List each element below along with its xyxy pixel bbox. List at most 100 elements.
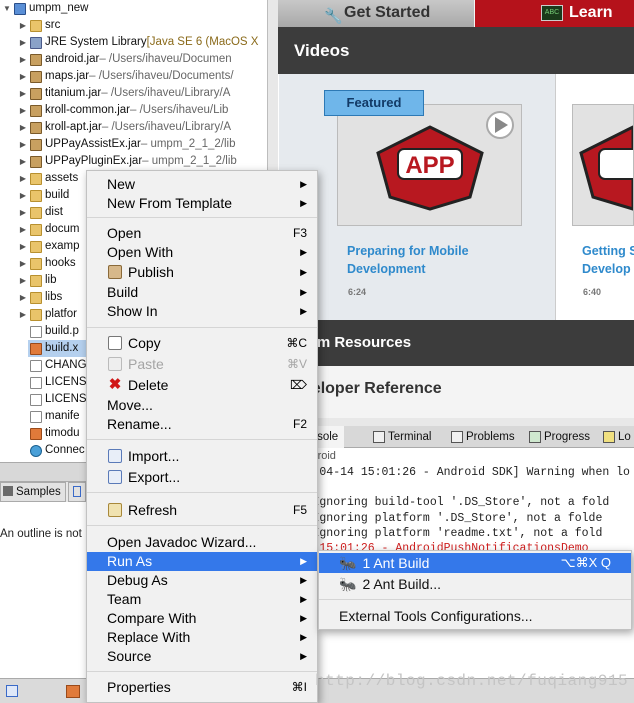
tree-item[interactable]: ▶ hooks [18, 255, 76, 272]
tree-item[interactable]: ▶ examp [18, 238, 80, 255]
tree-item[interactable]: build.p [28, 323, 79, 340]
video-title-link[interactable]: Preparing for Mobile Development [347, 242, 469, 278]
menu-item-copy[interactable]: Copy ⌘C [87, 334, 317, 353]
jar-icon [30, 87, 42, 100]
chevron-right-icon[interactable]: ▶ [18, 238, 28, 255]
tree-item[interactable]: ▶ docum [18, 221, 80, 238]
menu-item-publish[interactable]: Publish ▶ [87, 263, 317, 282]
chevron-right-icon[interactable]: ▶ [18, 255, 28, 272]
tab-progress[interactable]: Progress [526, 426, 590, 448]
jar-icon [30, 104, 42, 117]
tree-item[interactable]: ▶ src [18, 17, 60, 34]
menu-item-new[interactable]: New ▶ [87, 175, 317, 194]
chevron-right-icon[interactable]: ▶ [18, 17, 28, 34]
chevron-right-icon[interactable]: ▶ [18, 85, 28, 102]
tree-item[interactable]: timodu [28, 425, 80, 442]
menu-item-move[interactable]: Move... [87, 396, 317, 415]
menu-item-open-javadoc-wizard[interactable]: Open Javadoc Wizard... [87, 533, 317, 552]
tree-item[interactable]: LICENS [28, 391, 87, 408]
tree-item[interactable]: ▶ build [18, 187, 69, 204]
tree-item[interactable]: ▶ assets [18, 170, 78, 187]
menu-item-build[interactable]: Build ▶ [87, 283, 317, 302]
video-title-link[interactable]: Getting S Develop [582, 242, 634, 278]
tree-item[interactable]: LICENS [28, 374, 87, 391]
chevron-right-icon[interactable]: ▶ [18, 204, 28, 221]
menu-item-run-as[interactable]: Run As ▶ [87, 552, 317, 571]
copy-icon [108, 336, 122, 350]
chevron-right-icon[interactable]: ▶ [18, 153, 28, 170]
tree-item[interactable]: manife [28, 408, 80, 425]
menu-item-open-with[interactable]: Open With ▶ [87, 243, 317, 262]
tree-item[interactable]: ▶ maps.jar – /Users/ihaveu/Documents/ [18, 68, 234, 85]
tab-problems[interactable]: Problems [448, 426, 515, 448]
app-logo-icon [579, 124, 634, 211]
menu-item-properties[interactable]: Properties ⌘I [87, 678, 317, 697]
chevron-right-icon[interactable]: ▶ [18, 187, 28, 204]
tree-item[interactable]: ▶ kroll-apt.jar – /Users/ihaveu/Library/A [18, 119, 231, 136]
chevron-right-icon[interactable]: ▶ [18, 34, 28, 51]
menu-item-show-in[interactable]: Show In ▶ [87, 302, 317, 321]
menu-item-source[interactable]: Source ▶ [87, 647, 317, 666]
menu-item-replace-with[interactable]: Replace With ▶ [87, 628, 317, 647]
submenu-item-external-tools[interactable]: External Tools Configurations... [319, 606, 631, 626]
app-logo-icon: APP [376, 111, 514, 211]
submenu-item-ant-build[interactable]: 🐜 1 Ant Build ⌥⌘X Q [319, 553, 631, 573]
tree-item[interactable]: ▶ titanium.jar – /Users/ihaveu/Library/A [18, 85, 230, 102]
tree-item[interactable]: ▶ platfor [18, 306, 77, 323]
jar-icon [30, 155, 42, 168]
submenu-arrow-icon: ▶ [300, 651, 307, 661]
tree-item[interactable]: ▶ lib [18, 272, 57, 289]
chevron-right-icon[interactable]: ▶ [18, 51, 28, 68]
tree-item[interactable]: Connec [28, 442, 85, 459]
tree-item[interactable]: ▶ android.jar – /Users/ihaveu/Documen [18, 51, 232, 68]
menu-item-compare-with[interactable]: Compare With ▶ [87, 609, 317, 628]
folder-icon [30, 308, 42, 321]
menu-divider [87, 671, 317, 672]
tab-terminal[interactable]: Terminal [370, 426, 431, 448]
chevron-right-icon[interactable]: ▶ [18, 272, 28, 289]
refresh-icon [108, 503, 122, 517]
bookmark-icon [73, 486, 81, 497]
menu-item-export[interactable]: Export... [87, 468, 317, 487]
menu-item-rename[interactable]: Rename... F2 [87, 415, 317, 434]
file-icon [30, 376, 42, 389]
expand-arrow-icon[interactable]: ▼ [2, 0, 12, 17]
tab-get-started[interactable]: 🔧 Get Started [278, 0, 474, 27]
menu-item-team[interactable]: Team ▶ [87, 590, 317, 609]
chevron-right-icon[interactable]: ▶ [18, 221, 28, 238]
tree-item[interactable]: ▶ dist [18, 204, 63, 221]
tree-item[interactable]: ▶ libs [18, 289, 62, 306]
tree-item[interactable]: ▶ kroll-common.jar – /Users/ihaveu/Lib [18, 102, 228, 119]
menu-item-delete[interactable]: ✖ Delete ⌦ [87, 376, 317, 395]
video-thumbnail[interactable] [572, 104, 634, 226]
menu-item-import[interactable]: Import... [87, 447, 317, 466]
tab-bookmark[interactable] [68, 482, 86, 502]
chevron-right-icon[interactable]: ▶ [18, 68, 28, 85]
tab-log[interactable]: Lo [600, 426, 631, 448]
chevron-right-icon[interactable]: ▶ [18, 289, 28, 306]
chevron-right-icon[interactable]: ▶ [18, 102, 28, 119]
chevron-right-icon[interactable]: ▶ [18, 136, 28, 153]
featured-badge: Featured [324, 90, 424, 116]
tree-item-project[interactable]: ▼ umpm_new [2, 0, 88, 17]
video-thumbnail[interactable]: APP [337, 104, 522, 226]
tree-item-selected[interactable]: build.x [28, 340, 88, 357]
project-icon [14, 2, 26, 15]
tree-item[interactable]: ▶ JRE System Library [Java SE 6 (MacOS X [18, 34, 258, 51]
chevron-right-icon[interactable]: ▶ [18, 119, 28, 136]
menu-item-open[interactable]: Open F3 [87, 224, 317, 243]
menu-divider [87, 217, 317, 218]
menu-item-new-from-template[interactable]: New From Template ▶ [87, 194, 317, 213]
submenu-item-ant-build-dialog[interactable]: 🐜 2 Ant Build... [319, 574, 631, 594]
tree-item[interactable]: CHANG [28, 357, 87, 374]
tree-item[interactable]: ▶ UPPayAssistEx.jar – umpm_2_1_2/lib [18, 136, 235, 153]
tree-item[interactable]: ▶ UPPayPluginEx.jar – umpm_2_1_2/lib [18, 153, 237, 170]
chevron-right-icon[interactable]: ▶ [18, 306, 28, 323]
submenu-arrow-icon: ▶ [300, 594, 307, 604]
perspective-icon[interactable] [6, 685, 18, 697]
chevron-right-icon[interactable]: ▶ [18, 170, 28, 187]
menu-item-debug-as[interactable]: Debug As ▶ [87, 571, 317, 590]
menu-item-refresh[interactable]: Refresh F5 [87, 501, 317, 520]
tab-samples[interactable]: Samples [0, 482, 66, 502]
tab-learn[interactable]: ABC Learn [475, 0, 634, 27]
